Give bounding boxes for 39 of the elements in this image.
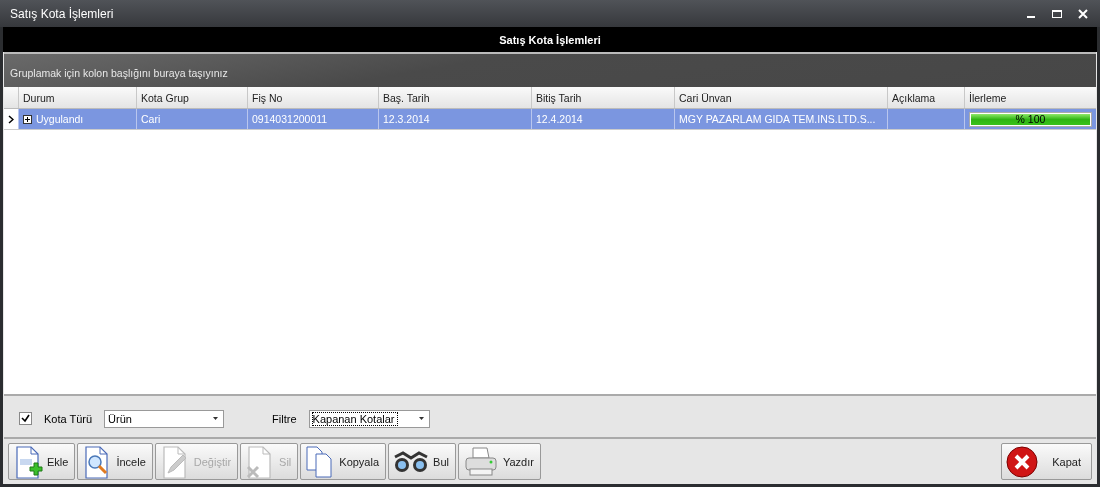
document-plus-icon: [13, 444, 43, 479]
window-title: Satış Kota İşlemleri: [10, 6, 114, 21]
expand-icon[interactable]: [23, 114, 32, 124]
column-header[interactable]: Baş. Tarih: [378, 87, 531, 108]
table-cell: MGY PAZARLAM GIDA TEM.INS.LTD.S...: [674, 109, 887, 129]
column-header[interactable]: İlerleme: [964, 87, 1096, 108]
add-button[interactable]: Ekle: [8, 443, 76, 480]
copy-button[interactable]: Kopyala: [300, 443, 387, 480]
find-button[interactable]: Bul: [388, 443, 456, 480]
row-indicator-icon: [8, 114, 14, 124]
view-button[interactable]: İncele: [77, 443, 153, 480]
close-button[interactable]: Kapat: [1001, 443, 1092, 480]
column-header[interactable]: Durum: [18, 87, 136, 108]
column-header[interactable]: Açıklama: [887, 87, 964, 108]
table-cell: Uygulandı: [18, 109, 136, 129]
column-header[interactable]: Kota Grup: [136, 87, 247, 108]
print-button[interactable]: Yazdır: [457, 443, 541, 480]
dropdown[interactable]: Ürün: [104, 409, 225, 428]
checkbox[interactable]: [19, 412, 32, 425]
field-label: Kota Türü: [44, 412, 93, 425]
close-icon: [1078, 8, 1088, 19]
column-header[interactable]: Cari Ünvan: [674, 87, 887, 108]
table-cell: Cari: [136, 109, 247, 129]
table-cell: 0914031200011: [247, 109, 378, 129]
column-header[interactable]: Bitiş Tarih: [531, 87, 674, 108]
header-title: Satış Kota İşlemleri: [499, 33, 601, 46]
printer-icon: [462, 444, 499, 479]
maximize-icon: [1052, 8, 1062, 19]
close-icon: [1006, 445, 1039, 478]
progress-text: % 100: [1014, 112, 1047, 126]
column-header[interactable]: Fiş No: [247, 87, 378, 108]
field-label: Filtre: [272, 412, 297, 425]
table-cell: 12.4.2014: [531, 109, 674, 129]
table-cell: 12.3.2014: [378, 109, 531, 129]
dropdown[interactable]: Kapanan Kotalar: [308, 409, 430, 428]
minimize-icon: [1027, 16, 1035, 18]
group-hint: Gruplamak için kolon başlığını buraya taşıyınız: [10, 67, 228, 79]
table-row[interactable]: Uygulandı Cari 0914031200011 12.3.2014 12.4.2014 MGY PAZARLAM GIDA TEM.INS.LTD.S... % 100: [4, 109, 1096, 130]
close-button[interactable]: [1076, 6, 1090, 21]
